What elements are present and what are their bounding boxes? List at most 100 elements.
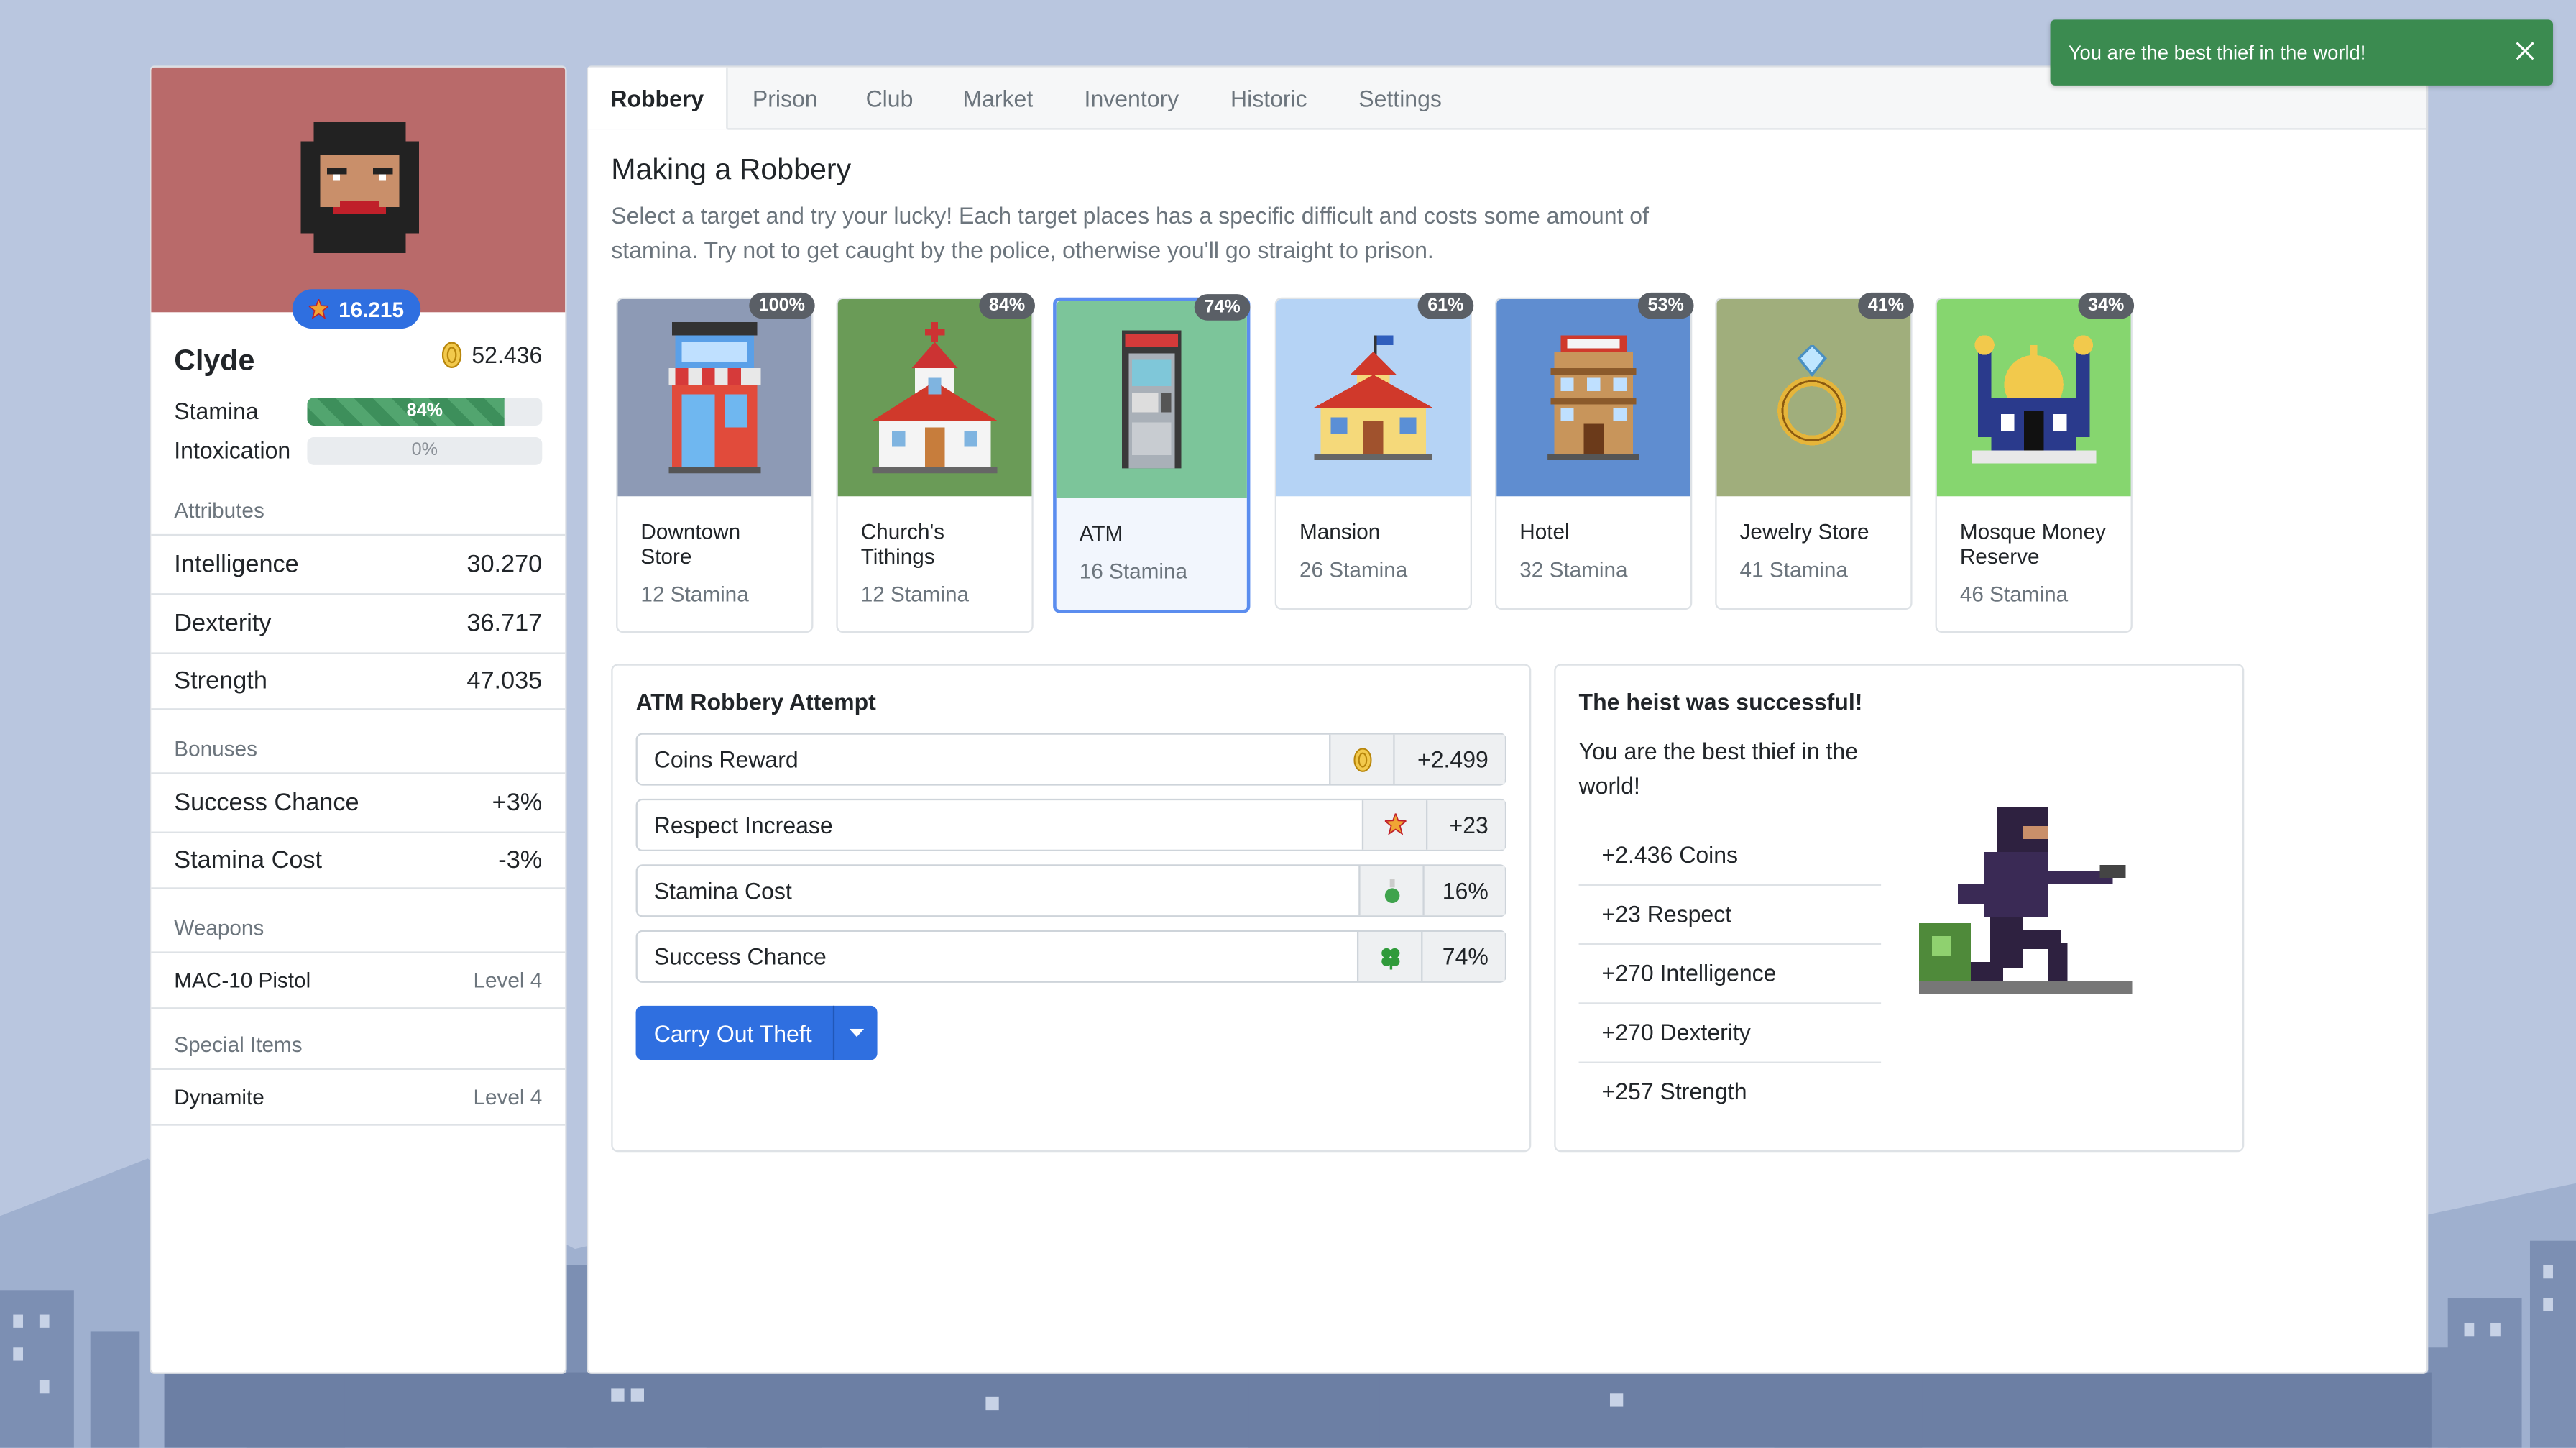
row-value: 74% [1421,931,1505,981]
weapons-heading: Weapons [174,915,264,940]
target-image [1936,298,2131,497]
coin-icon [1329,734,1394,784]
special-items-heading: Special Items [174,1032,303,1057]
weapon-level: Level 4 [473,968,543,993]
coins-reward-row: Coins Reward +2.499 [635,733,1506,786]
row-value: +2.499 [1393,734,1505,784]
target-name: Hotel [1519,519,1570,544]
clover-icon [1356,931,1422,981]
success-toast: You are the best thief in the world! [2050,19,2553,86]
mansion-icon [1314,335,1433,460]
attribute-row: Strength 47.035 [151,652,566,710]
target-stamina: 16 Stamina [1079,559,1188,584]
stamina-row: Stamina 84% [174,396,543,426]
target-card-jewelry-store[interactable]: 41% Jewelry Store 41 Stamina [1715,292,1914,610]
target-image [1496,298,1690,497]
coin-balance-value: 52.436 [472,342,543,368]
heist-result-panel: The heist was successful! You are the be… [1554,664,2245,1153]
bonuses-heading: Bonuses [174,736,257,761]
special-item-name: Dynamite [174,1084,264,1109]
tab-club[interactable]: Club [866,68,914,129]
page-description: Select a target and try your lucky! Each… [611,202,1649,263]
row-label: Coins Reward [653,746,799,773]
character-portrait [151,67,566,313]
stamina-label: Stamina [174,398,259,424]
tab-settings[interactable]: Settings [1358,68,1442,129]
carry-out-theft-button[interactable]: Carry Out Theft [635,1005,878,1060]
bonus-label: Stamina Cost [174,846,323,874]
row-label: Respect Increase [653,812,833,838]
target-card-mosque[interactable]: 34% Mosque Money Reserve 46 Stamina [1935,292,2135,633]
target-card-church[interactable]: 84% Church's Tithings 12 Stamina [836,292,1035,633]
bonus-row: Success Chance +3% [151,772,566,830]
target-card-mansion[interactable]: 61% Mansion 26 Stamina [1274,292,1474,610]
tab-market[interactable]: Market [962,68,1033,129]
attribute-value: 47.035 [466,666,543,695]
attribute-label: Dexterity [174,608,272,637]
ring-icon [1777,344,1847,446]
page-title: Making a Robbery [611,152,852,186]
thief-running-icon [1918,807,2133,995]
respect-increase-row: Respect Increase +23 [635,798,1506,851]
bonus-value: -3% [498,846,543,874]
success-chance-badge: 53% [1637,292,1694,319]
intoxication-bar: 0% [307,436,543,464]
tab-inventory[interactable]: Inventory [1085,68,1179,129]
target-card-hotel[interactable]: 53% Hotel 32 Stamina [1494,292,1694,610]
tab-robbery[interactable]: Robbery [588,67,728,130]
target-image [837,298,1032,497]
success-chance-badge: 34% [2078,292,2135,319]
success-chance-badge: 100% [748,292,815,319]
target-image [1276,298,1471,497]
reward-item: +2.436 Coins [1578,827,1882,886]
intoxication-row: Intoxication 0% [174,436,543,465]
store-icon [668,321,761,474]
success-chance-badge: 61% [1417,292,1474,319]
intoxication-value: 0% [411,439,438,459]
success-chance-badge: 84% [979,292,1035,319]
reward-item: +23 Respect [1578,886,1882,945]
attributes-heading: Attributes [174,498,264,523]
toast-message: You are the best thief in the world! [2068,41,2366,65]
target-stamina: 32 Stamina [1519,556,1628,582]
result-message: You are the best thief in the world! [1578,738,1859,799]
target-image [1056,301,1247,498]
potion-icon [1358,866,1423,916]
bonus-value: +3% [492,787,543,816]
success-chance-badge: 74% [1194,294,1251,321]
mosque-icon [1971,335,2097,464]
target-name: Church's Tithings [860,519,945,569]
stamina-cost-row: Stamina Cost 16% [635,864,1506,917]
row-value: 16% [1422,866,1505,916]
star-medal-icon [1361,800,1426,850]
star-medal-icon [308,298,329,319]
attribute-value: 30.270 [466,549,543,578]
respect-value: 16.215 [339,296,404,321]
reward-item: +257 Strength [1601,1078,1747,1104]
target-name: Mosque Money Reserve [1959,519,2107,569]
atm-icon [1122,330,1182,469]
close-icon[interactable] [2515,40,2534,65]
respect-badge: 16.215 [292,289,421,329]
reward-list: +2.436 Coins +23 Respect +270 Intelligen… [1578,827,1882,1121]
chevron-down-icon[interactable] [833,1005,878,1060]
special-item-row: Dynamite Level 4 [151,1068,566,1126]
result-title: The heist was successful! [1578,688,1863,715]
stamina-value: 84% [406,400,443,420]
target-image [1716,298,1911,497]
stamina-bar: 84% [307,396,543,425]
attempt-title: ATM Robbery Attempt [635,688,876,715]
tab-historic[interactable]: Historic [1230,68,1307,129]
target-name: Mansion [1299,519,1381,544]
tab-prison[interactable]: Prison [753,68,818,129]
coin-icon [442,342,462,368]
target-stamina: 46 Stamina [1959,582,2069,607]
hotel-icon [1547,335,1640,460]
target-name: Jewelry Store [1739,519,1869,544]
target-name: Downtown Store [640,519,741,569]
row-label: Stamina Cost [653,877,792,904]
target-image [617,298,812,497]
target-card-atm[interactable]: 74% ATM 16 Stamina [1053,294,1251,613]
thief-avatar [300,122,419,253]
target-card-downtown-store[interactable]: 100% Downtown Store 12 Stamina [616,292,815,633]
